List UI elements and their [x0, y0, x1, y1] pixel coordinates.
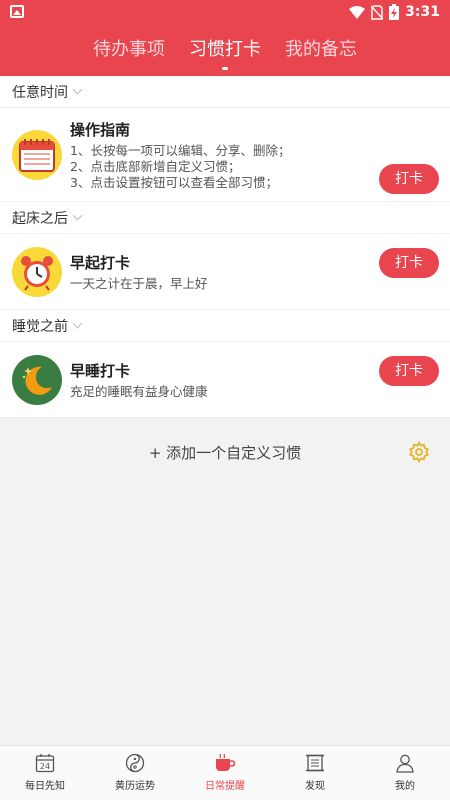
chevron-down-icon — [72, 210, 83, 221]
nav-label: 发现 — [305, 781, 325, 792]
image-notification-icon — [10, 5, 24, 18]
group-title: 任意时间 — [12, 84, 68, 101]
habit-desc-line: 充足的睡眠有益身心健康 — [70, 383, 208, 399]
status-bar: 3:31 — [0, 0, 450, 24]
habit-item-guide[interactable]: 操作指南 1、长按每一项可以编辑、分享、删除； 2、点击底部新增自定义习惯； 3… — [0, 108, 450, 202]
bottom-nav: 24 每日先知 黄历运势 日常提醒 发现 我的 — [0, 745, 450, 800]
cup-icon — [216, 753, 236, 771]
tab-todo[interactable]: 待办事项 — [81, 24, 177, 76]
group-header-before-sleep[interactable]: 睡觉之前 — [0, 310, 450, 342]
calendar-24-icon: 24 — [35, 754, 55, 773]
calendar-icon — [12, 129, 62, 180]
group-header-after-wakeup[interactable]: 起床之后 — [0, 202, 450, 234]
group-title: 起床之后 — [12, 210, 68, 227]
tab-habit-checkin[interactable]: 习惯打卡 — [177, 24, 273, 76]
habit-desc-line: 1、长按每一项可以编辑、分享、删除； — [70, 142, 291, 158]
habit-item-early-rise[interactable]: 早起打卡 一天之计在于晨，早上好 打卡 — [0, 234, 450, 310]
nav-label: 每日先知 — [25, 781, 65, 792]
checkin-button[interactable]: 打卡 — [379, 164, 439, 194]
nav-discover[interactable]: 发现 — [270, 746, 360, 800]
nav-daily-prophet[interactable]: 24 每日先知 — [0, 746, 90, 800]
wifi-icon — [349, 5, 366, 19]
alarm-clock-icon — [12, 246, 62, 297]
tab-memo[interactable]: 我的备忘 — [273, 24, 369, 76]
add-custom-habit-button[interactable]: + 添加一个自定义习惯 — [0, 432, 450, 472]
status-time: 3:31 — [405, 4, 440, 20]
group-header-anytime[interactable]: 任意时间 — [0, 76, 450, 108]
group-title: 睡觉之前 — [12, 318, 68, 335]
gear-icon[interactable] — [408, 441, 430, 463]
user-icon — [396, 754, 414, 773]
nav-label: 我的 — [395, 781, 415, 792]
nav-mine[interactable]: 我的 — [360, 746, 450, 800]
system-icons: 3:31 — [349, 3, 440, 21]
habit-title: 操作指南 — [70, 120, 131, 139]
checkin-button[interactable]: 打卡 — [379, 356, 439, 386]
habit-item-early-sleep[interactable]: 早睡打卡 充足的睡眠有益身心健康 打卡 — [0, 342, 450, 418]
checkin-button[interactable]: 打卡 — [379, 248, 439, 278]
nav-label: 黄历运势 — [115, 781, 155, 792]
chevron-down-icon — [72, 318, 83, 329]
nav-daily-reminder[interactable]: 日常提醒 — [180, 746, 270, 800]
chevron-down-icon — [72, 84, 83, 95]
no-sim-icon — [371, 4, 384, 20]
habit-desc-line: 一天之计在于晨，早上好 — [70, 275, 208, 291]
nav-label: 日常提醒 — [205, 781, 245, 792]
scroll-icon — [306, 754, 324, 772]
svg-text:24: 24 — [40, 762, 50, 771]
moon-icon — [12, 354, 62, 405]
yin-yang-icon — [125, 753, 145, 773]
battery-charging-icon — [389, 4, 400, 20]
habit-list: 任意时间 操作指南 1、长按每一项可以编辑、分享、删除； 2、点击底部新增自定义… — [0, 76, 450, 418]
top-tabs: 待办事项 习惯打卡 我的备忘 — [0, 24, 450, 76]
nav-almanac[interactable]: 黄历运势 — [90, 746, 180, 800]
